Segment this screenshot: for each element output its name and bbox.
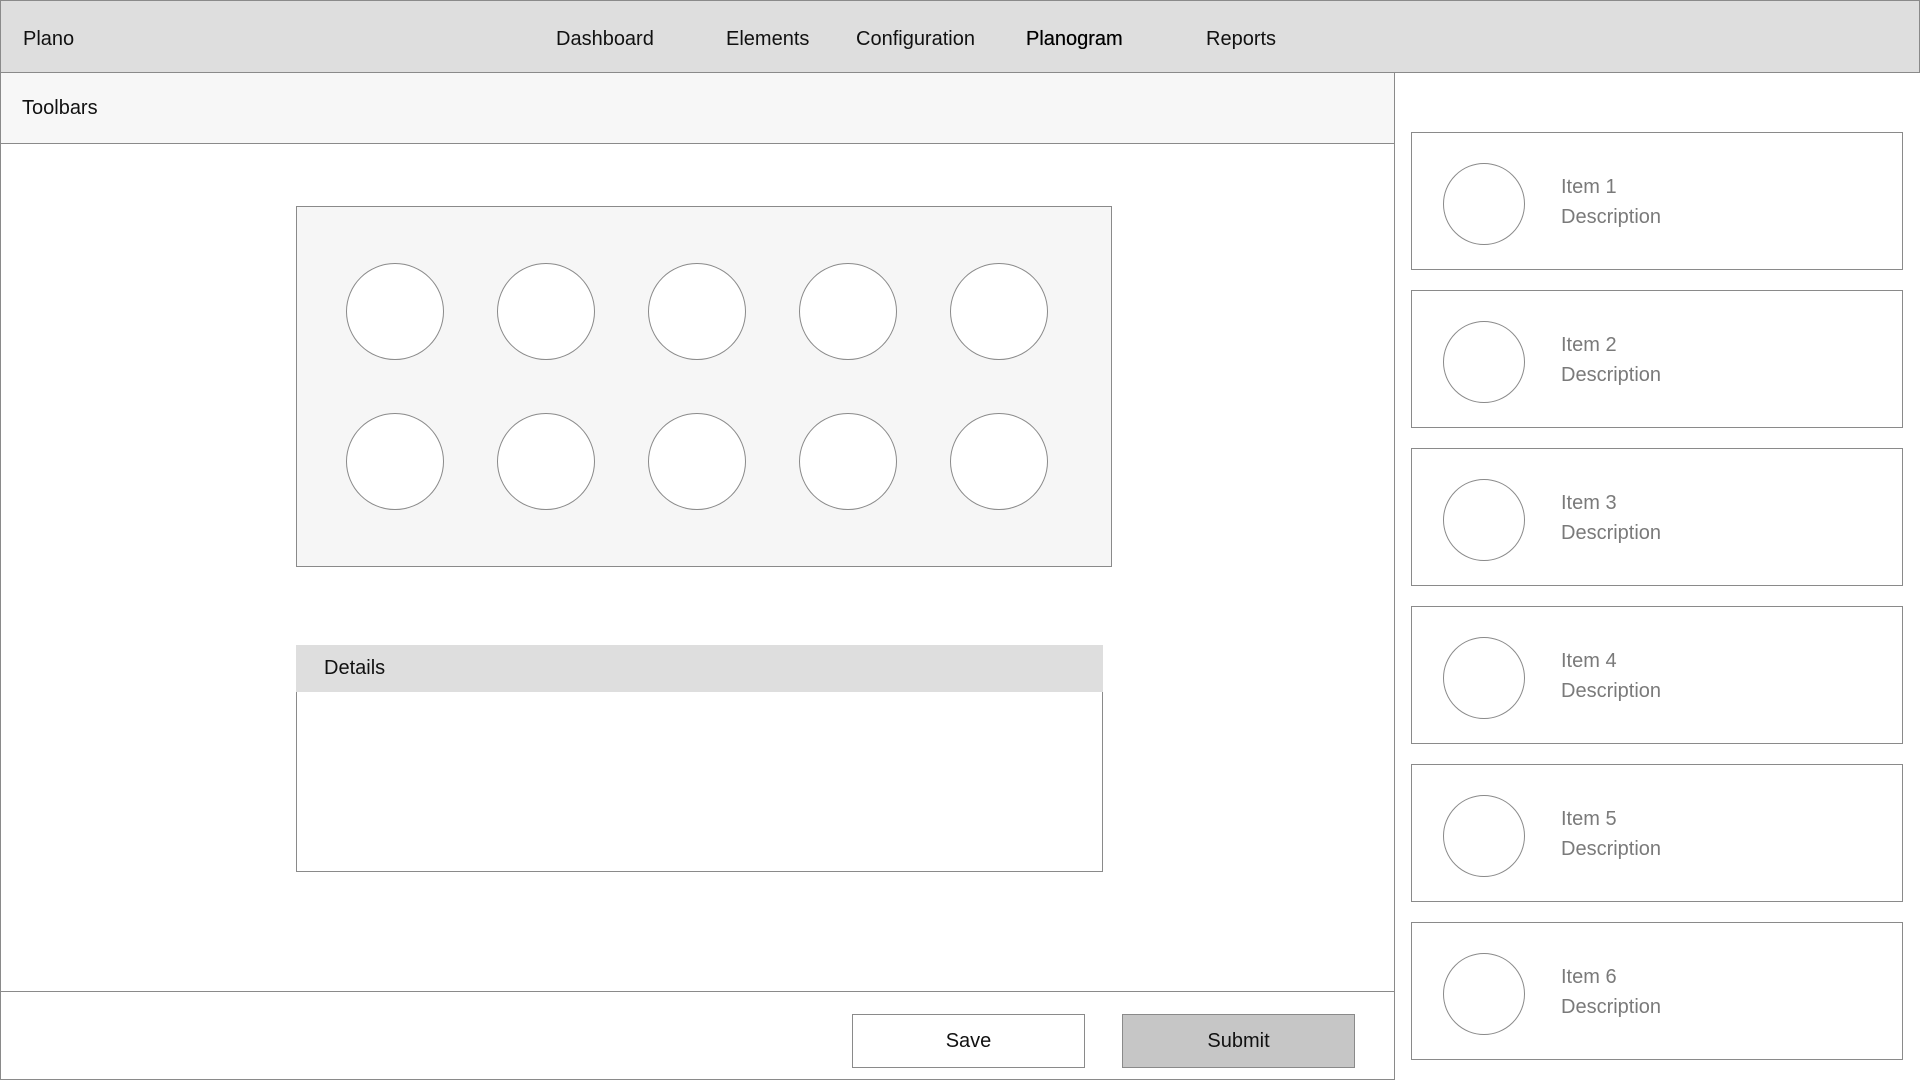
planogram-slot[interactable] xyxy=(346,263,444,360)
item-thumbnail xyxy=(1443,637,1525,719)
list-item[interactable]: Item 6 Description xyxy=(1411,922,1903,1060)
planogram-slot[interactable] xyxy=(950,413,1048,510)
list-item[interactable]: Item 3 Description xyxy=(1411,448,1903,586)
top-nav-bar: Plano Dashboard Elements Configuration P… xyxy=(0,0,1920,73)
item-title: Item 5 xyxy=(1561,808,1617,830)
details-title: Details xyxy=(324,657,386,679)
item-thumbnail xyxy=(1443,953,1525,1035)
planogram-slot[interactable] xyxy=(950,263,1048,360)
planogram-slot[interactable] xyxy=(497,263,595,360)
item-title: Item 3 xyxy=(1561,492,1617,514)
item-thumbnail xyxy=(1443,163,1525,245)
submit-button[interactable]: Submit xyxy=(1122,1014,1355,1068)
list-item[interactable]: Item 5 Description xyxy=(1411,764,1903,902)
item-description: Description xyxy=(1561,522,1662,544)
list-item[interactable]: Item 4 Description xyxy=(1411,606,1903,744)
item-thumbnail xyxy=(1443,795,1525,877)
item-title: Item 4 xyxy=(1561,650,1617,672)
item-thumbnail xyxy=(1443,479,1525,561)
item-description: Description xyxy=(1561,680,1662,702)
planogram-slot[interactable] xyxy=(648,413,746,510)
planogram-slot[interactable] xyxy=(497,413,595,510)
item-thumbnail xyxy=(1443,321,1525,403)
nav-item-elements[interactable]: Elements xyxy=(726,1,809,78)
toolbar-title: Toolbars xyxy=(22,97,98,119)
item-description: Description xyxy=(1561,364,1662,386)
nav-item-configuration[interactable]: Configuration xyxy=(856,1,975,78)
nav-item-reports[interactable]: Reports xyxy=(1206,1,1276,78)
planogram-grid xyxy=(296,206,1112,567)
nav-item-dashboard[interactable]: Dashboard xyxy=(556,1,654,78)
action-footer: Save Submit xyxy=(1,991,1394,1079)
item-description: Description xyxy=(1561,838,1662,860)
list-item[interactable]: Item 2 Description xyxy=(1411,290,1903,428)
item-description: Description xyxy=(1561,206,1662,228)
main-panel: Toolbars Details Save Submit xyxy=(0,72,1395,1080)
item-title: Item 1 xyxy=(1561,176,1617,198)
details-panel xyxy=(296,692,1103,872)
nav-item-planogram[interactable]: Planogram xyxy=(1026,1,1123,78)
toolbar-header: Toolbars xyxy=(1,73,1394,144)
item-title: Item 6 xyxy=(1561,966,1617,988)
save-button[interactable]: Save xyxy=(852,1014,1085,1068)
list-item[interactable]: Item 1 Description xyxy=(1411,132,1903,270)
planogram-slot[interactable] xyxy=(648,263,746,360)
planogram-slot[interactable] xyxy=(799,413,897,510)
item-title: Item 2 xyxy=(1561,334,1617,356)
planogram-slot[interactable] xyxy=(346,413,444,510)
app-brand[interactable]: Plano xyxy=(23,1,74,78)
item-description: Description xyxy=(1561,996,1662,1018)
details-header: Details xyxy=(296,645,1103,692)
planogram-slot[interactable] xyxy=(799,263,897,360)
